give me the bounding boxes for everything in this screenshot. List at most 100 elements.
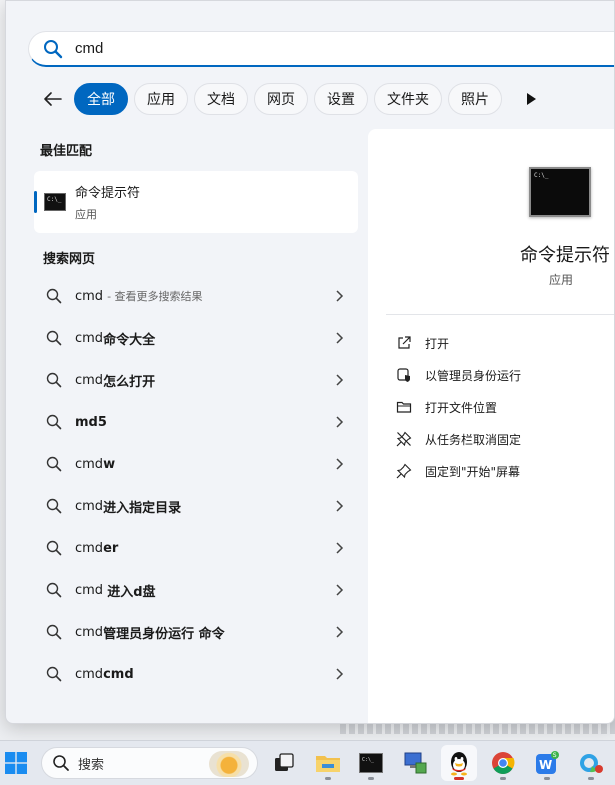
chevron-right-icon [336, 290, 344, 302]
web-result-suggestion: 管理员身份运行 命令 [103, 626, 225, 642]
action-unpin-taskbar[interactable]: 从任务栏取消固定 [396, 423, 521, 455]
web-result-item[interactable]: cmd w [42, 443, 358, 485]
chevron-right-icon [336, 500, 344, 512]
web-result-item[interactable]: cmd er [42, 527, 358, 569]
edge-icon [580, 754, 603, 773]
back-button[interactable] [40, 86, 66, 112]
web-result-query: cmd [75, 288, 104, 304]
web-result-suggestion: 进入d盘 [107, 584, 156, 600]
selection-indicator [34, 191, 37, 213]
running-indicator [500, 777, 506, 780]
svg-text:W: W [539, 758, 552, 772]
task-view-button[interactable] [266, 745, 302, 781]
taskbar-app-edge[interactable] [573, 745, 609, 781]
divider [386, 314, 614, 315]
web-result-item[interactable]: cmd - 查看更多搜索结果 [42, 275, 358, 317]
web-result-query: cmd [75, 330, 104, 346]
action-list: 打开 以管理员身份运行 打开文件位置 从任务栏取消固定 固定到"开始"屏幕 [396, 327, 521, 487]
search-icon [46, 498, 62, 514]
web-result-item[interactable]: cmd 进入d盘 [42, 569, 358, 611]
wps-icon: WS [536, 751, 559, 774]
action-open-file-location[interactable]: 打开文件位置 [396, 391, 521, 423]
tab-folders[interactable]: 文件夹 [374, 83, 442, 115]
preview-app-type: 应用 [549, 273, 574, 287]
web-result-suggestion: 怎么打开 [103, 374, 156, 390]
web-result-query: cmd [75, 624, 104, 640]
web-result-item[interactable]: cmd 怎么打开 [42, 359, 358, 401]
web-result-query: cmd [75, 582, 108, 598]
best-match-type: 应用 [75, 208, 97, 221]
file-explorer-icon [316, 756, 340, 772]
web-result-query: cmd [75, 666, 104, 682]
web-result-query: cmd [75, 372, 104, 388]
search-icon [46, 414, 62, 430]
action-label: 固定到"开始"屏幕 [425, 464, 521, 479]
tab-documents[interactable]: 文档 [194, 83, 248, 115]
search-input[interactable] [75, 40, 555, 57]
tab-photos[interactable]: 照片 [448, 83, 502, 115]
web-result-item[interactable]: cmd 管理员身份运行 命令 [42, 611, 358, 653]
web-result-hint: - 查看更多搜索结果 [107, 290, 203, 303]
action-pin-start[interactable]: 固定到"开始"屏幕 [396, 455, 521, 487]
tab-apps[interactable]: 应用 [134, 83, 188, 115]
network-computer-icon [404, 752, 427, 774]
running-indicator [325, 777, 331, 780]
web-result-item[interactable]: cmd 命令大全 [42, 317, 358, 359]
taskbar-app-command-prompt[interactable]: C:\_ [353, 745, 389, 781]
search-box[interactable] [28, 31, 614, 67]
taskbar-app-qq[interactable] [441, 745, 477, 781]
search-icon [46, 582, 62, 598]
web-result-suggestion: er [103, 540, 119, 556]
filter-tabs: 全部 应用 文档 网页 设置 文件夹 照片 [40, 83, 542, 115]
search-icon [46, 456, 62, 472]
action-label: 从任务栏取消固定 [425, 432, 522, 447]
web-result-suggestion: 命令大全 [103, 332, 156, 348]
qq-icon [451, 752, 467, 776]
search-icon [46, 666, 62, 682]
chevron-right-icon [336, 626, 344, 638]
folder-icon [396, 401, 412, 413]
tab-web[interactable]: 网页 [254, 83, 308, 115]
open-external-icon [398, 336, 411, 349]
task-view-icon [275, 753, 294, 771]
search-icon [46, 288, 62, 304]
taskbar-search-label: 搜索 [78, 757, 105, 773]
taskbar-app-chrome[interactable] [485, 745, 521, 781]
web-search-title: 搜索网页 [43, 252, 96, 267]
chevron-right-icon [336, 584, 344, 596]
action-open[interactable]: 打开 [396, 327, 521, 359]
web-search-list: cmd - 查看更多搜索结果 cmd 命令大全 cmd 怎么打开 md5 cmd w c… [42, 275, 358, 695]
best-match-title: 最佳匹配 [40, 144, 93, 159]
taskbar: 搜索 C:\_ WS [0, 740, 615, 785]
web-result-item[interactable]: cmd cmd [42, 653, 358, 695]
search-highlight-icon [209, 751, 249, 777]
chevron-right-icon [336, 668, 344, 680]
start-search-panel: 全部 应用 文档 网页 设置 文件夹 照片 最佳匹配 C:\_ 命令提示符 应用… [5, 0, 615, 724]
windows-start-icon[interactable] [5, 752, 27, 774]
svg-text:S: S [553, 752, 557, 759]
web-result-item[interactable]: cmd 进入指定目录 [42, 485, 358, 527]
search-icon [46, 540, 62, 556]
best-match-result[interactable]: C:\_ 命令提示符 应用 [34, 171, 358, 233]
chevron-right-icon [336, 332, 344, 344]
chevron-right-icon [336, 542, 344, 554]
action-label: 打开文件位置 [425, 400, 498, 415]
more-tabs-button[interactable] [520, 88, 542, 110]
tab-all[interactable]: 全部 [74, 83, 128, 115]
taskbar-app-file-explorer[interactable] [310, 745, 346, 781]
web-result-suggestion: w [103, 456, 116, 472]
action-run-as-admin[interactable]: 以管理员身份运行 [396, 359, 521, 391]
web-result-suggestion: md5 [75, 414, 107, 430]
taskbar-search[interactable]: 搜索 [41, 747, 258, 779]
play-arrow-icon [527, 93, 536, 105]
running-indicator [544, 777, 550, 780]
pin-icon [396, 463, 412, 479]
running-indicator [588, 777, 594, 780]
taskbar-app-network-computer[interactable] [397, 745, 433, 781]
tab-settings[interactable]: 设置 [314, 83, 368, 115]
taskbar-app-wps[interactable]: WS [529, 745, 565, 781]
preview-app-name: 命令提示符 [520, 245, 610, 266]
web-result-item[interactable]: md5 [42, 401, 358, 443]
chevron-right-icon [336, 416, 344, 428]
search-icon [46, 624, 62, 640]
